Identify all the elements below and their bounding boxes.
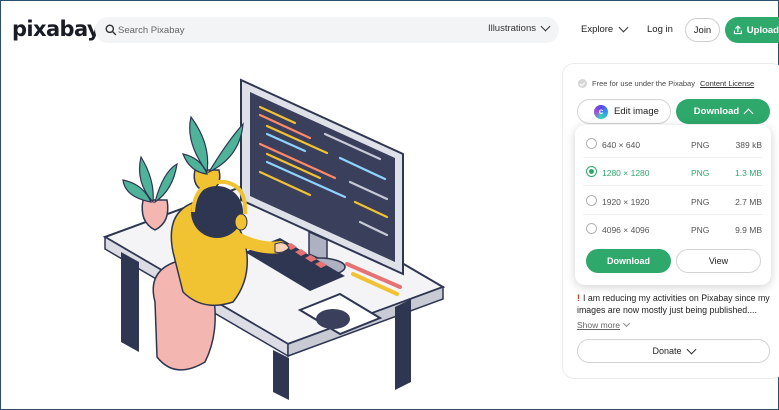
explore-label: Explore — [581, 24, 614, 35]
size-option[interactable]: 1920 × 1920 PNG 2.7 MB — [575, 186, 771, 214]
chevron-down-icon — [618, 22, 629, 33]
download-label: Download — [693, 106, 740, 117]
show-more-link[interactable]: Show more — [577, 319, 631, 330]
size-option[interactable]: 640 × 640 PNG 389 kB — [575, 129, 771, 157]
media-type-label: Illustrations — [487, 23, 536, 34]
desk-leg-mid — [273, 350, 289, 400]
option-file-size: 389 kB — [735, 140, 762, 150]
option-resolution: 1920 × 1920 — [602, 197, 650, 207]
chevron-down-icon — [540, 21, 551, 32]
option-file-size: 2.7 MB — [735, 197, 762, 207]
join-button[interactable]: Join — [685, 18, 720, 42]
headphone-cup — [234, 213, 248, 231]
upload-label: Upload — [746, 24, 779, 36]
media-type-filter[interactable]: Illustrations — [487, 21, 551, 34]
option-resolution: 4096 × 4096 — [602, 225, 650, 235]
radio-button[interactable] — [586, 138, 597, 149]
radio-button[interactable] — [586, 195, 597, 206]
size-option[interactable]: 4096 × 4096 PNG 9.9 MB — [575, 214, 771, 242]
desk-leg-right — [395, 299, 411, 390]
edit-image-label: Edit image — [614, 106, 659, 117]
main-illustration[interactable] — [95, 62, 530, 402]
search-bar[interactable]: Illustrations — [95, 17, 559, 43]
option-file-size: 1.3 MB — [735, 168, 762, 178]
pixabay-logo[interactable]: pixabay — [12, 17, 101, 41]
option-format: PNG — [691, 197, 710, 207]
option-format: PNG — [691, 225, 710, 235]
license-notice: Free for use under the Pixabay Content L… — [578, 79, 754, 88]
license-text: Free for use under the Pixabay — [592, 79, 695, 88]
editor-logo-icon: c — [594, 104, 608, 119]
search-icon — [105, 24, 117, 36]
chevron-down-icon — [686, 344, 696, 354]
option-format: PNG — [691, 168, 710, 178]
login-link[interactable]: Log in — [647, 24, 673, 35]
option-format: PNG — [691, 140, 710, 150]
author-bio: ! I am reducing my activities on Pixabay … — [577, 293, 777, 316]
confirm-download-button[interactable]: Download — [586, 249, 671, 273]
desk-leg-left — [121, 252, 139, 352]
bio-text: I am reducing my activities on Pixabay s… — [577, 293, 770, 315]
download-size-dropdown: 640 × 640 PNG 389 kB 1280 × 1280 PNG 1.3… — [575, 125, 771, 285]
site-header: pixabay Illustrations Explore Log in Joi… — [0, 0, 779, 58]
show-more-label: Show more — [577, 320, 620, 330]
edit-image-button[interactable]: c Edit image — [577, 99, 671, 124]
plant-left-leaves — [122, 155, 178, 204]
radio-button[interactable] — [586, 223, 597, 234]
plant-mid-leaves — [182, 115, 244, 175]
computer-mouse — [316, 309, 350, 329]
search-input[interactable] — [118, 20, 418, 40]
option-resolution: 640 × 640 — [602, 140, 641, 150]
upload-button[interactable]: Upload — [725, 17, 779, 43]
radio-button-selected[interactable] — [586, 166, 597, 177]
donate-button[interactable]: Donate — [577, 339, 770, 363]
exclamation-icon: ! — [577, 293, 580, 303]
view-button[interactable]: View — [676, 249, 761, 273]
size-option[interactable]: 1280 × 1280 PNG 1.3 MB — [575, 157, 771, 185]
donate-label: Donate — [652, 346, 682, 356]
check-icon — [578, 79, 587, 88]
explore-menu[interactable]: Explore — [581, 22, 629, 35]
option-file-size: 9.9 MB — [735, 225, 762, 235]
option-resolution: 1280 × 1280 — [602, 168, 650, 178]
chevron-down-icon — [622, 319, 631, 327]
content-license-link[interactable]: Content License — [700, 79, 754, 88]
upload-icon — [733, 25, 742, 35]
chevron-up-icon — [743, 108, 754, 118]
download-dropdown-button[interactable]: Download — [676, 99, 770, 124]
